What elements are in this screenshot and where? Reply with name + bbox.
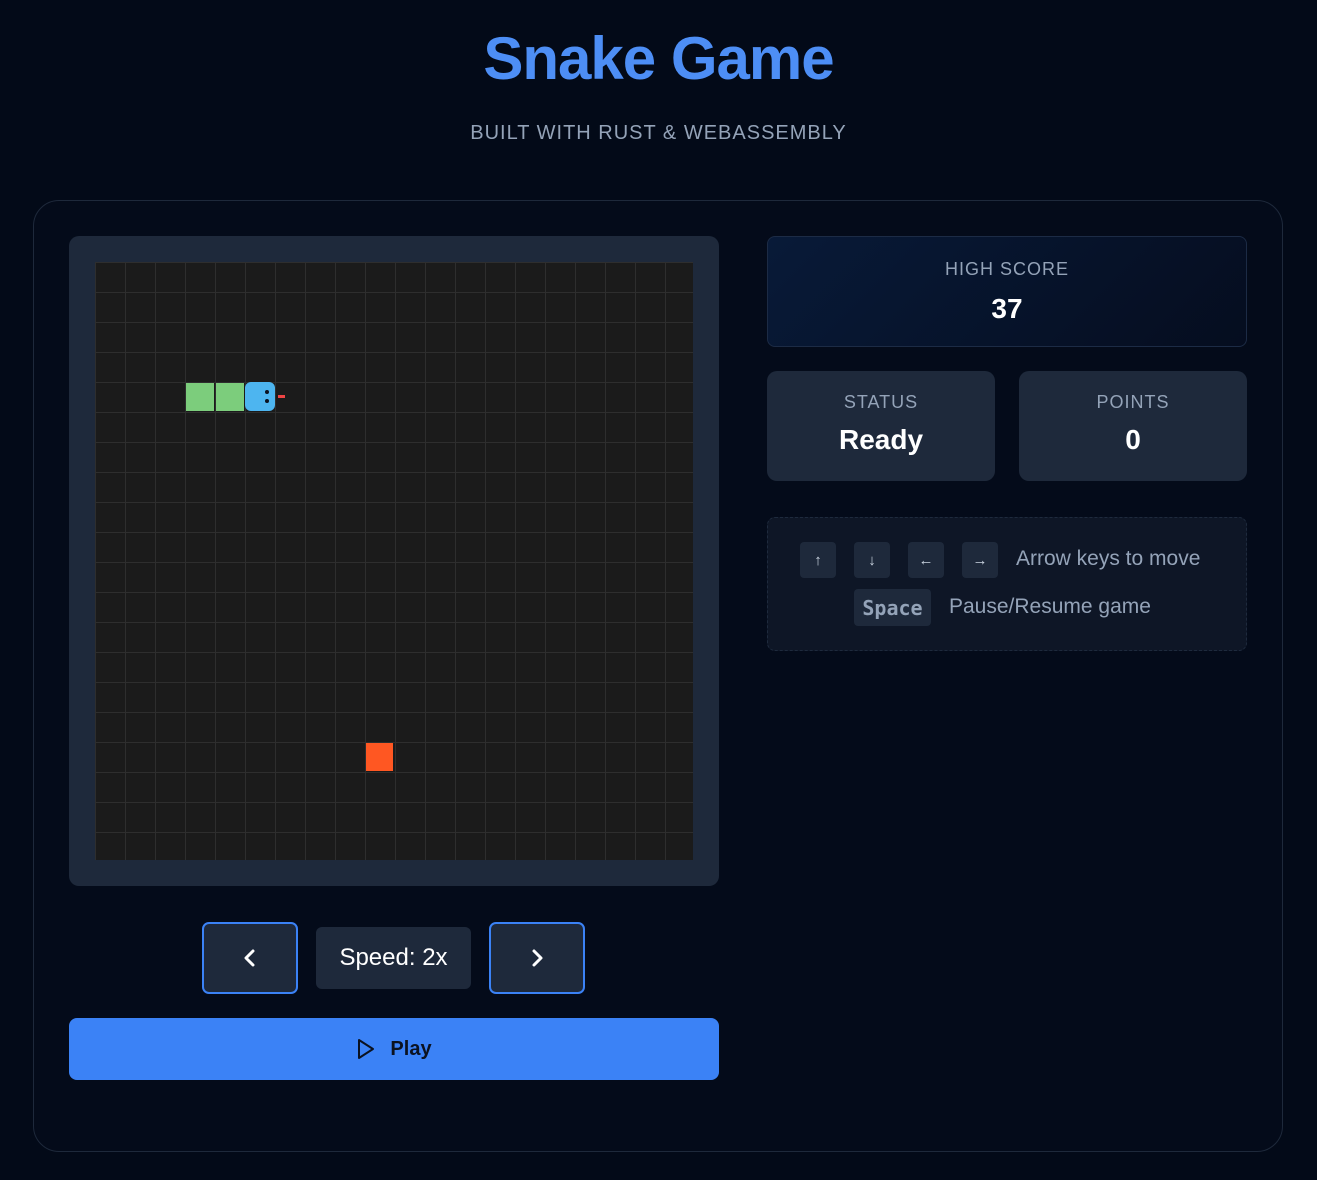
high-score-value: 37 xyxy=(991,293,1023,324)
controls-help-panel xyxy=(767,517,1247,651)
play-icon xyxy=(356,1038,376,1060)
play-button-label: Play xyxy=(390,1037,432,1060)
snake-eye xyxy=(265,390,269,394)
high-score-label: HIGH SCORE xyxy=(944,259,1069,279)
arrow-right-key: → xyxy=(962,542,998,578)
game-board[interactable] xyxy=(95,262,693,860)
increase-speed-button[interactable] xyxy=(489,922,585,994)
decrease-speed-button[interactable] xyxy=(202,922,298,994)
chevron-left-icon xyxy=(244,949,255,967)
points-value: 0 xyxy=(1125,424,1141,455)
points-label: POINTS xyxy=(1096,392,1170,412)
page-title: Snake Game xyxy=(483,25,834,92)
arrow-up-key: ↑ xyxy=(800,542,836,578)
arrow-down-key: ↓ xyxy=(854,542,890,578)
snake-eye xyxy=(265,399,269,403)
page-subtitle: BUILT WITH RUST & WEBASSEMBLY xyxy=(470,122,847,144)
status-label: STATUS xyxy=(843,392,919,412)
space-key: Space xyxy=(854,589,931,626)
snake-body-segment xyxy=(186,383,214,411)
play-button[interactable]: Play xyxy=(69,1018,719,1080)
chevron-right-icon xyxy=(532,949,543,967)
snake-game-page: Snake Game BUILT WITH RUST & WEBASSEMBLY… xyxy=(0,0,1317,1180)
snake-body-segment xyxy=(216,383,244,411)
speed-label: Speed: 2x xyxy=(316,927,471,989)
status-panel: STATUS Ready xyxy=(767,371,995,481)
space-help-text: Pause/Resume game xyxy=(949,595,1151,618)
arrow-keys-help-text: Arrow keys to move xyxy=(1016,547,1201,570)
status-value: Ready xyxy=(838,424,924,455)
snake-tongue xyxy=(278,395,285,398)
points-panel: POINTS 0 xyxy=(1019,371,1247,481)
high-score-panel: HIGH SCORE 37 xyxy=(767,236,1247,347)
arrow-left-key: ← xyxy=(908,542,944,578)
food-item xyxy=(366,743,393,771)
snake-head xyxy=(245,382,275,411)
